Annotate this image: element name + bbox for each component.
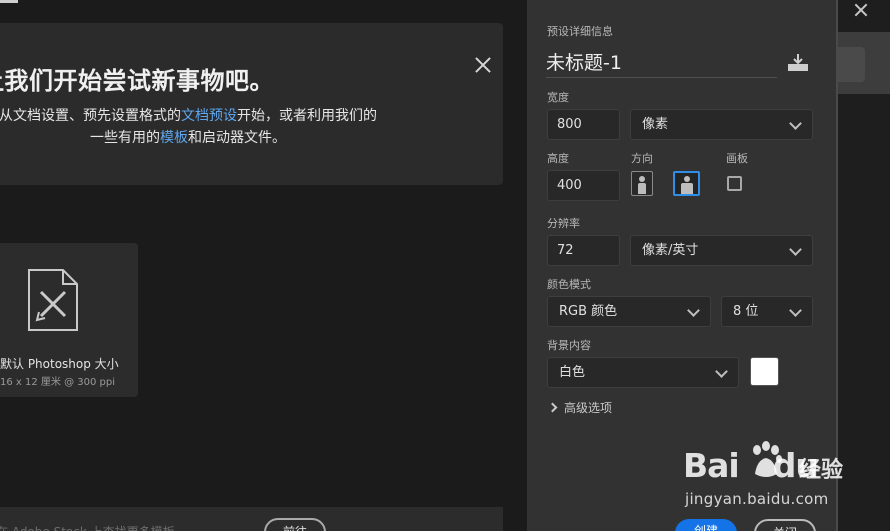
chevron-down-icon [789,243,802,256]
orientation-label: 方向 [631,152,653,165]
baidu-paw-icon [753,441,782,477]
document-title-input[interactable]: 未标题-1 [546,50,777,78]
background-contents-label: 背景内容 [547,339,591,352]
welcome-description: 从文档设置、预先设置格式的文档预设开始，或者利用我们的 一些有用的模板和启动器文… [0,105,398,149]
color-mode-label: 颜色模式 [547,278,591,291]
preset-card-default-photoshop[interactable]: 默认 Photoshop 大小 16 x 12 厘米 @ 300 ppi [0,243,138,397]
window-close-icon[interactable] [854,3,868,17]
create-button[interactable]: 创建 [675,519,737,531]
width-label: 宽度 [547,91,569,104]
close-button[interactable]: 关闭 [754,519,816,531]
background-contents-select[interactable]: 白色 [547,357,739,388]
new-document-start-area: 让我们开始尝试新事物吧。 从文档设置、预先设置格式的文档预设开始，或者利用我们的… [0,0,527,531]
templates-link[interactable]: 模板 [160,130,188,146]
watermark-brand-head: Bai [683,446,740,485]
height-label: 高度 [547,152,569,165]
document-presets-link[interactable]: 文档预设 [181,108,237,124]
welcome-text-part: 从文档设置、预先设置格式的 [0,108,181,124]
welcome-text-part: 一些有用的 [90,130,160,146]
close-banner-icon[interactable] [474,56,492,74]
welcome-text-part: 和启动器文件。 [188,130,286,146]
go-button[interactable]: 前往 [264,518,326,531]
welcome-banner: 让我们开始尝试新事物吧。 从文档设置、预先设置格式的文档预设开始，或者利用我们的… [0,23,503,185]
baidu-jingyan-watermark: Bai du 经验 jingyan.baidu.com [683,440,883,520]
background-field [834,47,865,82]
preset-details-heading: 预设详细信息 [547,25,613,38]
landscape-orientation-button[interactable] [673,171,700,196]
top-indicator [0,0,18,3]
stock-search-bar: 在 Adobe Stock 上查找更多模板 前往 [0,507,503,531]
chevron-down-icon [789,117,802,130]
chevron-down-icon [715,365,728,378]
stock-search-text[interactable]: 在 Adobe Stock 上查找更多模板 [0,523,175,531]
resolution-unit-value: 像素/英寸 [642,243,699,258]
chevron-down-icon [789,304,802,317]
artboard-checkbox[interactable] [727,176,742,191]
watermark-url: jingyan.baidu.com [685,490,829,508]
color-mode-value: RGB 颜色 [559,304,618,319]
preset-name: 默认 Photoshop 大小 [0,357,119,371]
watermark-cn: 经验 [799,458,844,483]
resolution-label: 分辨率 [547,217,580,230]
preset-size: 16 x 12 厘米 @ 300 ppi [0,377,115,388]
resolution-input[interactable]: 72 [547,235,620,266]
welcome-title: 让我们开始尝试新事物吧。 [0,67,274,95]
save-preset-icon[interactable] [787,52,809,72]
bit-depth-value: 8 位 [733,304,759,319]
document-pencil-ruler-icon [28,269,78,331]
artboard-label: 画板 [726,152,748,165]
advanced-options-toggle[interactable]: 高级选项 [564,399,612,416]
background-contents-value: 白色 [559,365,586,380]
width-input[interactable]: 800 [547,109,620,140]
bit-depth-select[interactable]: 8 位 [721,296,813,327]
portrait-orientation-button[interactable] [631,171,653,196]
chevron-right-icon[interactable] [547,402,558,413]
background-color-swatch[interactable] [750,357,779,386]
color-mode-select[interactable]: RGB 颜色 [547,296,711,327]
height-input[interactable]: 400 [547,170,620,201]
resolution-unit-select[interactable]: 像素/英寸 [630,235,813,266]
width-unit-value: 像素 [642,117,669,132]
welcome-text-part: 开始，或者利用我们的 [237,108,377,124]
chevron-down-icon [687,304,700,317]
width-unit-select[interactable]: 像素 [630,109,813,140]
